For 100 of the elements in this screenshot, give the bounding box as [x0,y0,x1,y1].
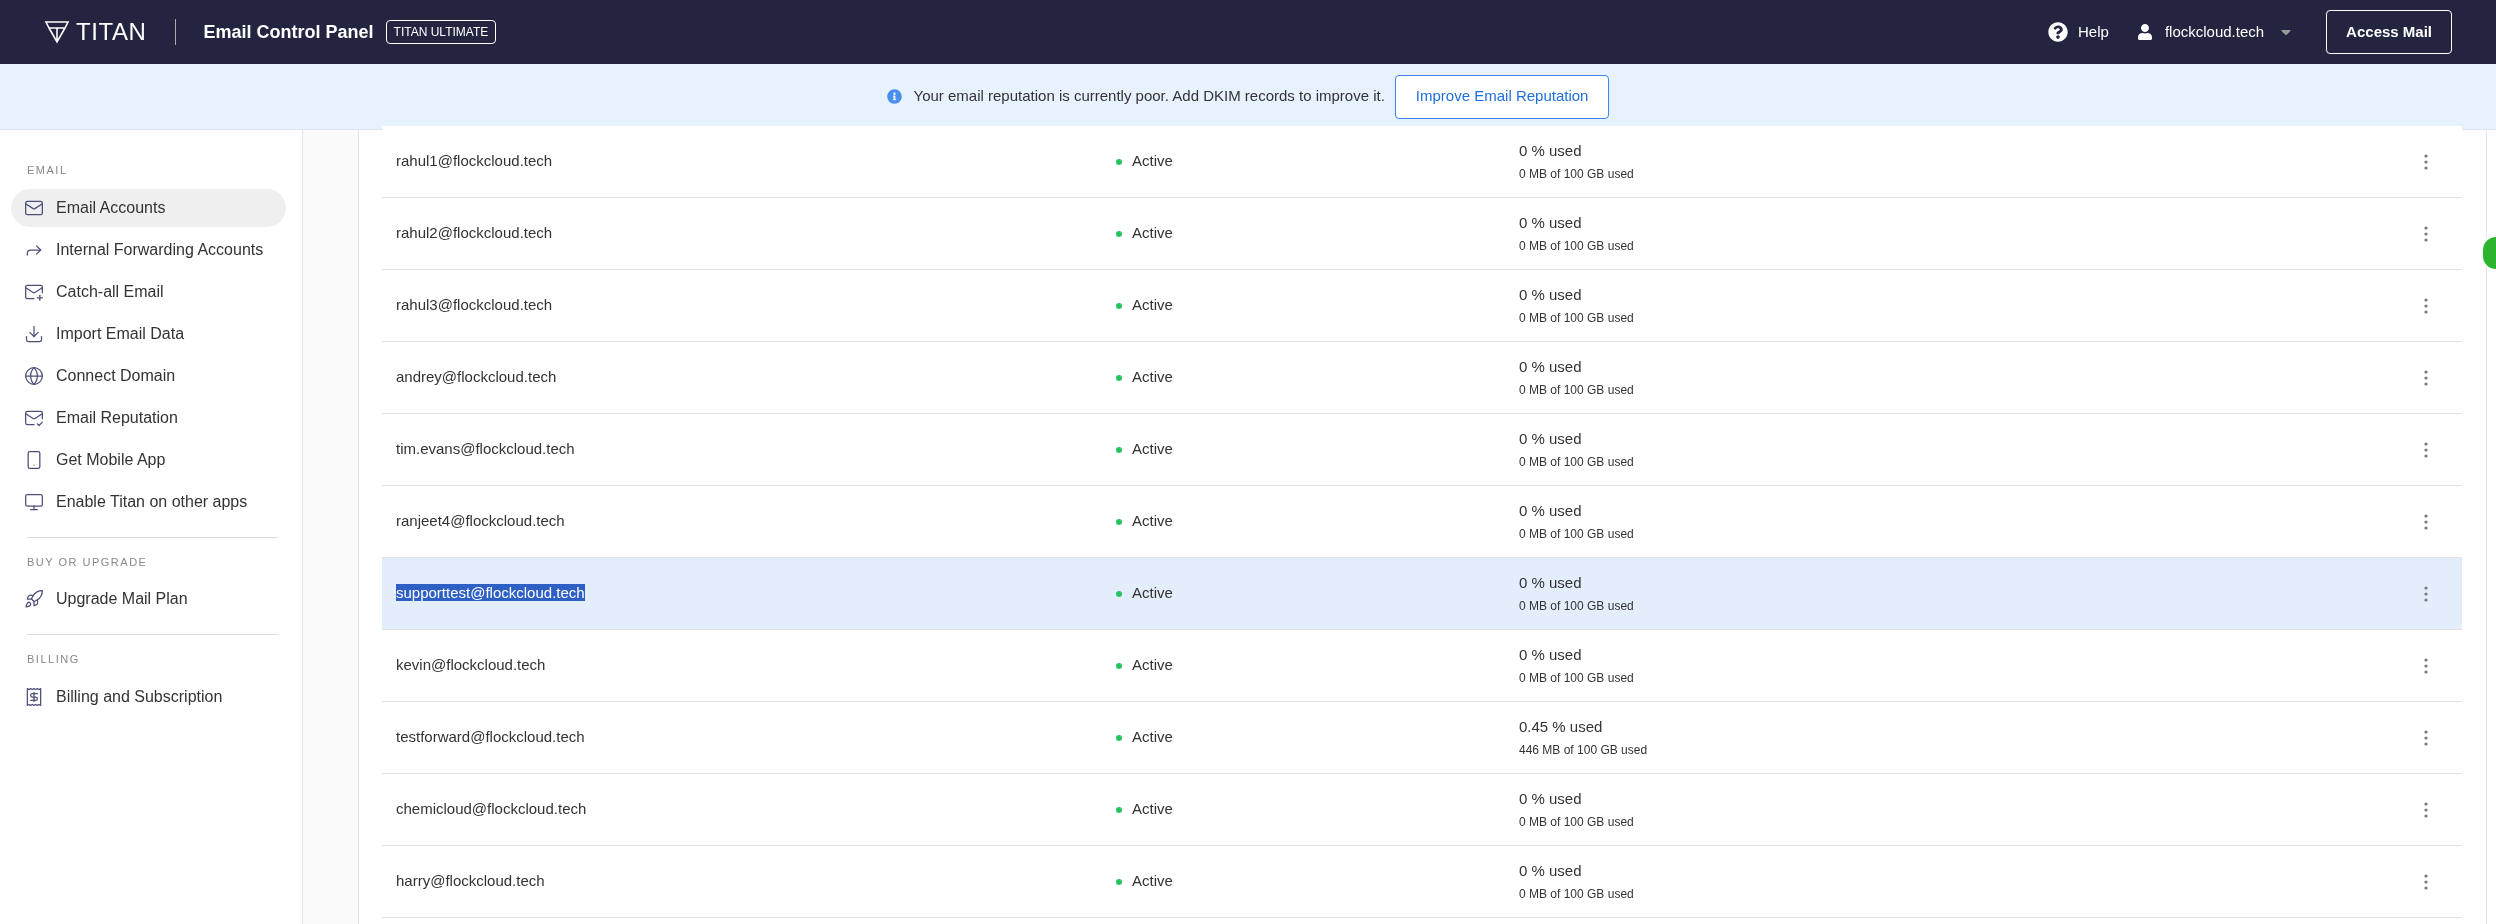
email-address: rahul3@flockcloud.tech [396,295,554,316]
usage-detail: 446 MB of 100 GB used [1519,742,1648,760]
more-options-button[interactable] [2424,657,2428,674]
sidebar-label: Email Reputation [56,407,178,428]
kebab-icon [2424,513,2428,530]
usage-detail: 0 MB of 100 GB used [1519,886,1634,904]
kebab-icon [2424,297,2428,314]
status-text: Active [1132,727,1174,748]
kebab-icon [2424,225,2428,242]
usage-percent: 0 % used [1519,140,1582,161]
usage-detail: 0 MB of 100 GB used [1519,310,1634,328]
usage-percent: 0 % used [1519,788,1582,809]
status-text: Active [1132,295,1174,316]
sidebar-label: Get Mobile App [56,449,166,470]
help-icon[interactable] [2048,22,2068,42]
kebab-icon [2424,441,2428,458]
sidebar-label: Catch-all Email [56,281,164,302]
kebab-icon [2424,585,2428,602]
status-text: Active [1132,871,1174,892]
help-link[interactable]: Help [2078,20,2109,44]
sidebar-item[interactable]: Upgrade Mail Plan [11,580,286,618]
email-address: tim.evans@flockcloud.tech [396,439,576,460]
user-icon [2136,24,2153,40]
usage-detail: 0 MB of 100 GB used [1519,382,1634,400]
sidebar-label: Connect Domain [56,365,176,386]
status-text: Active [1132,367,1174,388]
status-text: Active [1132,799,1174,820]
email-address: chemicloud@flockcloud.tech [396,799,588,820]
info-icon [886,89,902,104]
usage-detail: 0 MB of 100 GB used [1519,238,1634,256]
rocket-icon [24,589,44,609]
kebab-icon [2424,153,2428,170]
logo-text: TITAN [76,17,147,47]
email-address: testforward@flockcloud.tech [396,727,586,748]
kebab-icon [2424,801,2428,818]
email-address: ranjeet4@flockcloud.tech [396,511,566,532]
more-options-button[interactable] [2424,801,2428,818]
email-address: kevin@flockcloud.tech [396,655,547,676]
more-options-button[interactable] [2424,153,2428,170]
sidebar-label: Email Accounts [56,197,166,218]
usage-percent: 0 % used [1519,572,1582,593]
usage-percent: 0 % used [1519,860,1582,881]
section-heading: BUY OR UPGRADE [27,554,148,570]
sidebar-item[interactable]: Catch-all Email [11,272,286,311]
account-name[interactable]: flockcloud.tech [2164,20,2265,44]
section-heading: EMAIL [27,163,68,178]
usage-percent: 0 % used [1519,644,1582,665]
sidebar-item[interactable]: Email Accounts [11,188,286,227]
bill-icon [24,686,44,707]
email-address: harry@flockcloud.tech [396,871,546,892]
more-options-button[interactable] [2424,441,2428,458]
sidebar-item[interactable]: Connect Domain [11,356,286,395]
status-text: Active [1132,223,1174,244]
usage-percent: 0 % used [1519,284,1582,305]
usage-detail: 0 MB of 100 GB used [1519,598,1634,616]
more-options-button[interactable] [2424,585,2428,602]
globe-icon [24,365,44,386]
sidebar-label: Import Email Data [56,323,185,344]
status-text: Active [1132,511,1174,532]
more-options-button[interactable] [2424,729,2428,746]
status-text: Active [1132,655,1174,676]
app-title: Email Control Panel [203,20,374,44]
kebab-icon [2424,657,2428,674]
improve-reputation-button[interactable]: Improve Email Reputation [1394,74,1610,119]
status-text: Active [1132,439,1174,460]
sidebar-label: Enable Titan on other apps [56,491,248,512]
sidebar-item[interactable]: Enable Titan on other apps [11,482,286,521]
more-options-button[interactable] [2424,369,2428,386]
section-heading: BILLING [27,652,80,667]
account-row[interactable]: supporttest@flockcloud.tech Active 0 % used 0 MB of 100 GB used [382,558,2462,630]
sidebar-item[interactable]: Import Email Data [11,314,286,353]
sidebar-item[interactable]: Internal Forwarding Accounts [11,230,286,269]
usage-percent: 0 % used [1519,500,1582,521]
more-options-button[interactable] [2424,873,2428,890]
kebab-icon [2424,873,2428,890]
more-options-button[interactable] [2424,297,2428,314]
email-address: supporttest@flockcloud.tech [396,583,586,604]
account-row[interactable]: rahul1@flockcloud.tech Active 0 % used 0 MB of 100 GB used [382,126,2462,198]
logo-icon [44,19,70,45]
plan-badge: TITAN ULTIMATE [385,20,497,44]
usage-detail: 0 MB of 100 GB used [1519,454,1634,472]
email-address: rahul1@flockcloud.tech [396,151,554,172]
email-address: andrey@flockcloud.tech [396,367,558,388]
status-text: Active [1132,151,1174,172]
sidebar-item[interactable]: Billing and Subscription [11,677,286,716]
sidebar-label: Internal Forwarding Accounts [56,239,264,260]
more-options-button[interactable] [2424,513,2428,530]
usage-detail: 0 MB of 100 GB used [1519,814,1634,832]
status-text: Active [1132,583,1174,604]
usage-detail: 0 MB of 100 GB used [1519,166,1634,184]
usage-detail: 0 MB of 100 GB used [1519,526,1634,544]
usage-percent: 0.45 % used [1519,716,1603,737]
more-options-button[interactable] [2424,225,2428,242]
usage-percent: 0 % used [1519,212,1582,233]
kebab-icon [2424,369,2428,386]
sidebar-item[interactable]: Email Reputation [11,398,286,437]
sidebar-label: Upgrade Mail Plan [56,589,188,609]
access-mail-button[interactable]: Access Mail [2326,10,2452,54]
sidebar-item[interactable]: Get Mobile App [11,440,286,479]
usage-percent: 0 % used [1519,428,1582,449]
